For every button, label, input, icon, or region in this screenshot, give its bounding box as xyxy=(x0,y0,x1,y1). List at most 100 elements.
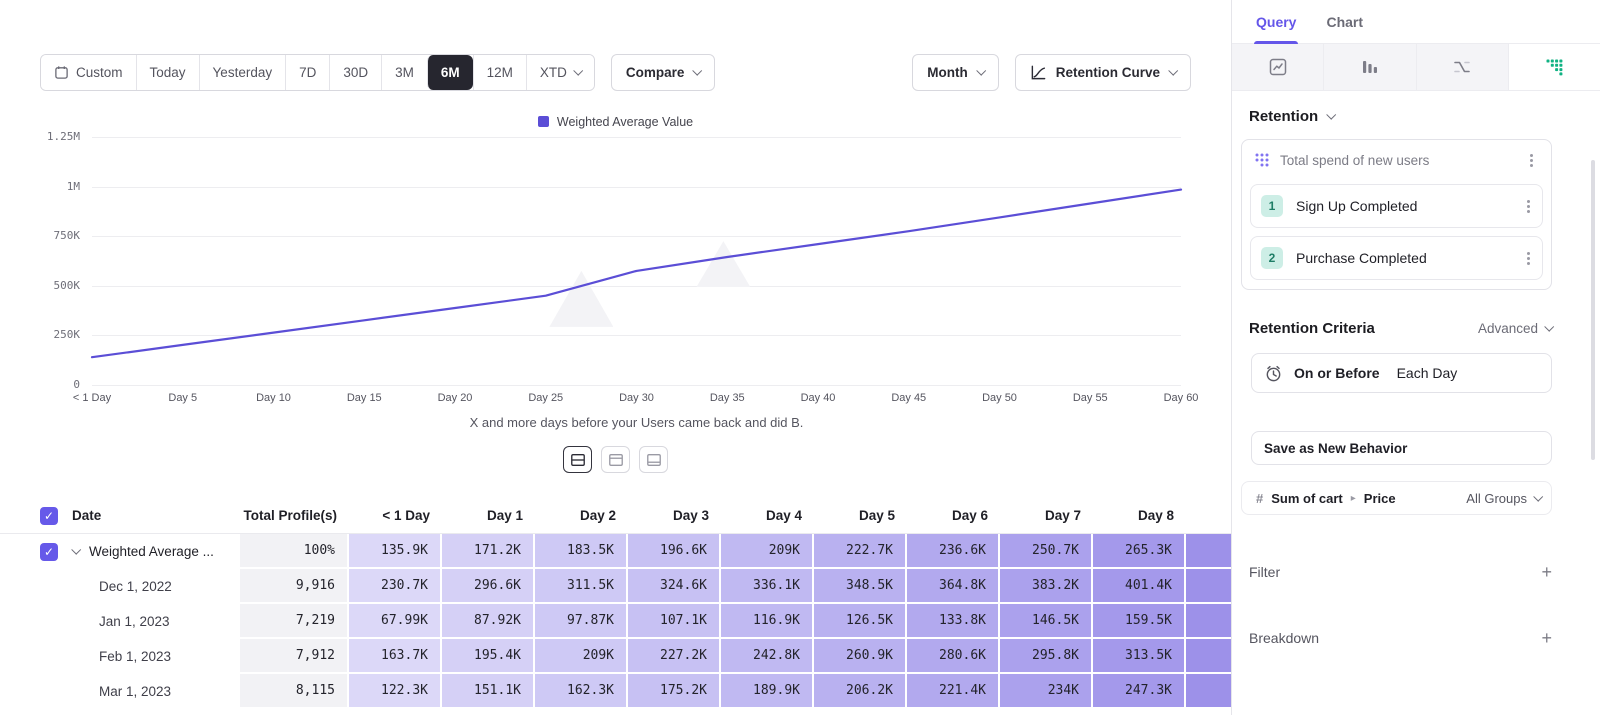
data-cell[interactable]: 189.9K xyxy=(721,674,814,709)
range-3m[interactable]: 3M xyxy=(381,55,427,90)
col-header-day-2[interactable]: Day 2 xyxy=(535,498,628,533)
col-header-day-1[interactable]: Day 1 xyxy=(442,498,535,533)
data-cell[interactable]: 364.8K xyxy=(907,569,1000,604)
checkbox-checked-icon[interactable]: ✓ xyxy=(40,507,58,525)
total-profiles-cell[interactable]: 7,912 xyxy=(240,639,349,674)
tab-chart[interactable]: Chart xyxy=(1326,0,1363,43)
data-cell[interactable]: 146.5K xyxy=(1000,604,1093,639)
behavior-step[interactable]: 1Sign Up Completed xyxy=(1250,184,1543,228)
data-cell[interactable]: 97.87K xyxy=(535,604,628,639)
data-cell[interactable]: 260.9K xyxy=(814,639,907,674)
data-cell[interactable]: 295.8K xyxy=(1000,639,1093,674)
chevron-down-icon[interactable] xyxy=(71,545,81,555)
range-today[interactable]: Today xyxy=(136,55,199,90)
data-cell[interactable]: 401.4K xyxy=(1093,569,1186,604)
data-cell[interactable]: 250.7K xyxy=(1000,534,1093,569)
tab-query[interactable]: Query xyxy=(1256,0,1296,43)
row-label[interactable]: Jan 1, 2023 xyxy=(66,604,240,639)
row-label[interactable]: Dec 1, 2022 xyxy=(66,569,240,604)
add-breakdown-button[interactable]: + xyxy=(1541,629,1552,647)
data-cell[interactable]: 126.5K xyxy=(814,604,907,639)
chart-type-button[interactable]: Retention Curve xyxy=(1015,54,1191,91)
data-cell[interactable]: 227.2K xyxy=(628,639,721,674)
data-cell[interactable]: 311.5K xyxy=(535,569,628,604)
section-retention[interactable]: Retention xyxy=(1249,108,1552,125)
chart-legend[interactable]: Weighted Average Value xyxy=(0,114,1231,129)
total-profiles-cell[interactable]: 7,219 xyxy=(240,604,349,639)
data-cell[interactable]: 206.2K xyxy=(814,674,907,709)
range-12m[interactable]: 12M xyxy=(473,55,526,90)
row-label[interactable]: Weighted Average ... xyxy=(66,534,240,569)
criteria-condition-row[interactable]: On or Before Each Day xyxy=(1251,353,1552,393)
data-cell[interactable]: 324.6K xyxy=(628,569,721,604)
report-icon-insights[interactable] xyxy=(1232,44,1324,90)
data-cell[interactable]: 195.4K xyxy=(442,639,535,674)
range-30d[interactable]: 30D xyxy=(329,55,381,90)
data-cell[interactable]: 107.1K xyxy=(628,604,721,639)
range-7d[interactable]: 7D xyxy=(285,55,329,90)
checkbox-checked-icon[interactable]: ✓ xyxy=(40,543,58,561)
data-cell[interactable]: 221.4K xyxy=(907,674,1000,709)
report-icon-flows[interactable] xyxy=(1417,44,1509,90)
add-filter-button[interactable]: + xyxy=(1541,563,1552,581)
row-label[interactable]: Mar 1, 2023 xyxy=(66,674,240,709)
data-cell[interactable]: 236.6K xyxy=(907,534,1000,569)
data-cell[interactable]: 151.1K xyxy=(442,674,535,709)
range-yesterday[interactable]: Yesterday xyxy=(199,55,286,90)
row-checkbox[interactable]: ✓ xyxy=(0,534,66,569)
data-cell[interactable]: 163.7K xyxy=(349,639,442,674)
view-split-rows-button[interactable] xyxy=(563,446,592,473)
total-profiles-cell[interactable]: 8,115 xyxy=(240,674,349,709)
kebab-menu-icon[interactable] xyxy=(1519,251,1538,266)
compare-button[interactable]: Compare xyxy=(611,54,716,91)
col-header-day-3[interactable]: Day 3 xyxy=(628,498,721,533)
data-cell[interactable]: 196.6K xyxy=(628,534,721,569)
kebab-menu-icon[interactable] xyxy=(1522,153,1541,168)
col-header--1-day[interactable]: < 1 Day xyxy=(349,498,442,533)
range-custom[interactable]: Custom xyxy=(41,55,136,90)
col-header-day-7[interactable]: Day 7 xyxy=(1000,498,1093,533)
all-groups-dropdown[interactable]: All Groups xyxy=(1466,491,1541,506)
advanced-dropdown[interactable]: Advanced xyxy=(1478,321,1552,336)
col-header-day-5[interactable]: Day 5 xyxy=(814,498,907,533)
data-cell[interactable]: 135.9K xyxy=(349,534,442,569)
report-icon-retention[interactable] xyxy=(1509,44,1600,90)
behavior-header[interactable]: Total spend of new users xyxy=(1242,140,1551,176)
data-cell[interactable]: 87.92K xyxy=(442,604,535,639)
col-header-date[interactable]: Date xyxy=(66,498,240,533)
criteria-frequency[interactable]: Each Day xyxy=(1397,365,1458,381)
behavior-step[interactable]: 2Purchase Completed xyxy=(1250,236,1543,280)
total-profiles-cell[interactable]: 9,916 xyxy=(240,569,349,604)
report-icon-funnels[interactable] xyxy=(1324,44,1416,90)
range-xtd[interactable]: XTD xyxy=(526,55,594,90)
kebab-menu-icon[interactable] xyxy=(1519,199,1538,214)
data-cell[interactable]: 116.9K xyxy=(721,604,814,639)
row-label[interactable]: Feb 1, 2023 xyxy=(66,639,240,674)
data-cell[interactable]: 171.2K xyxy=(442,534,535,569)
data-cell[interactable]: 159.5K xyxy=(1093,604,1186,639)
col-header-day-6[interactable]: Day 6 xyxy=(907,498,1000,533)
data-cell[interactable]: 313.5K xyxy=(1093,639,1186,674)
col-header-day-8[interactable]: Day 8 xyxy=(1093,498,1186,533)
data-cell[interactable]: 247.3K xyxy=(1093,674,1186,709)
data-cell[interactable]: 209K xyxy=(535,639,628,674)
select-all-checkbox[interactable]: ✓ xyxy=(0,498,66,533)
data-cell[interactable]: 280.6K xyxy=(907,639,1000,674)
total-profiles-cell[interactable]: 100% xyxy=(240,534,349,569)
view-header-row-button[interactable] xyxy=(601,446,630,473)
data-cell[interactable]: 296.6K xyxy=(442,569,535,604)
data-cell[interactable]: 265.3K xyxy=(1093,534,1186,569)
data-cell[interactable]: 234K xyxy=(1000,674,1093,709)
save-as-new-behavior-button[interactable]: Save as New Behavior xyxy=(1251,431,1552,465)
col-header-total[interactable]: Total Profile(s) xyxy=(240,498,349,533)
data-cell[interactable]: 348.5K xyxy=(814,569,907,604)
data-cell[interactable]: 209K xyxy=(721,534,814,569)
view-plain-table-button[interactable] xyxy=(639,446,668,473)
data-cell[interactable]: 383.2K xyxy=(1000,569,1093,604)
data-cell[interactable]: 133.8K xyxy=(907,604,1000,639)
data-cell[interactable]: 122.3K xyxy=(349,674,442,709)
data-cell[interactable]: 162.3K xyxy=(535,674,628,709)
range-6m[interactable]: 6M xyxy=(427,55,473,90)
data-cell[interactable]: 230.7K xyxy=(349,569,442,604)
data-cell[interactable]: 67.99K xyxy=(349,604,442,639)
